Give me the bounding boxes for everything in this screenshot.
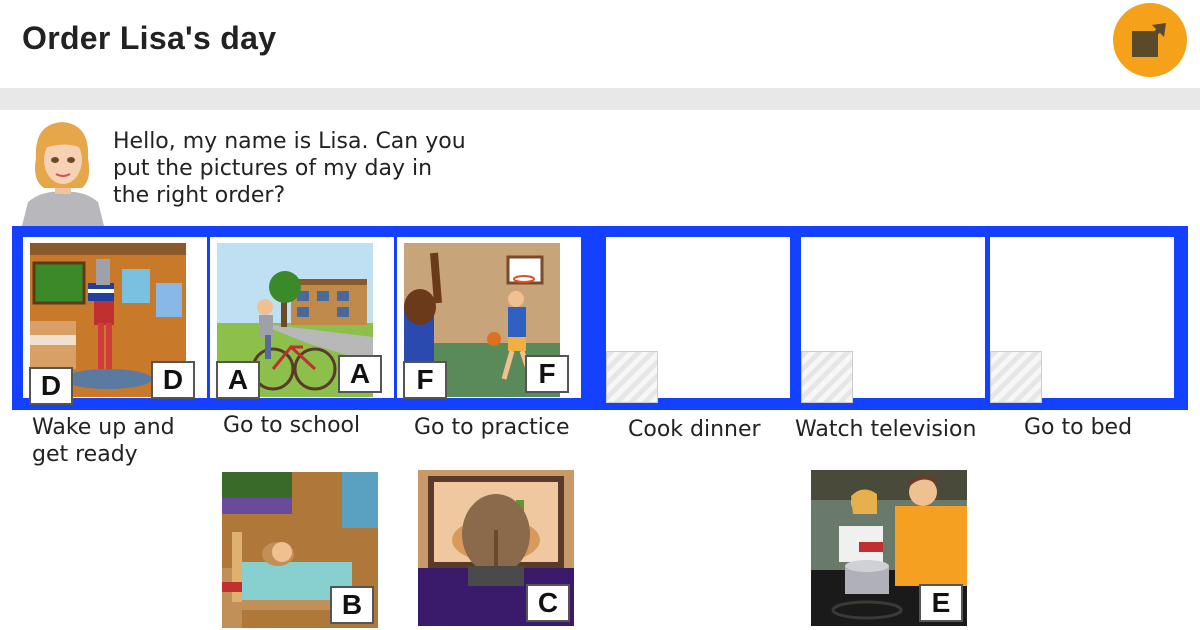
slot-caption-3: Go to practice: [414, 415, 570, 440]
slot-card-letter-right: F: [525, 355, 569, 393]
slot-card-letter-right: D: [151, 361, 195, 399]
picture-card-e[interactable]: E: [811, 470, 967, 626]
external-link-icon: [1132, 23, 1166, 57]
sequence-slot-3[interactable]: F F: [397, 237, 581, 399]
slot-card-letter-left: F: [403, 361, 447, 399]
drop-placeholder: [801, 351, 853, 403]
sequence-strip: D D A A F F: [12, 226, 1188, 410]
slot-card-letter-right: A: [338, 355, 382, 393]
card-letter: E: [919, 584, 963, 622]
lisa-avatar: [22, 122, 104, 226]
slot-caption-1: Wake up and get ready: [32, 415, 175, 467]
header-divider: [0, 88, 1200, 110]
picture-card-b[interactable]: B: [222, 472, 378, 628]
sequence-slot-4[interactable]: [606, 237, 790, 403]
header-bar: Order Lisa's day: [0, 0, 1200, 86]
card-letter: B: [330, 586, 374, 624]
slot-caption-2: Go to school: [223, 413, 361, 438]
sequence-slot-2[interactable]: A A: [210, 237, 394, 399]
card-letter: C: [526, 584, 570, 622]
slot-caption-4: Cook dinner: [628, 417, 761, 442]
drop-placeholder: [990, 351, 1042, 403]
drop-placeholder: [606, 351, 658, 403]
intro-speech: Hello, my name is Lisa. Can you put the …: [113, 129, 466, 208]
picture-card-c[interactable]: C: [418, 470, 574, 626]
page-title: Order Lisa's day: [22, 20, 277, 56]
sequence-slot-5[interactable]: [801, 237, 985, 403]
slot-card-letter-left: A: [216, 361, 260, 399]
share-button[interactable]: [1113, 3, 1187, 77]
slot-caption-5: Watch television: [795, 417, 977, 442]
slot-card-letter-left: D: [29, 367, 73, 405]
sequence-slot-6[interactable]: [990, 237, 1174, 403]
slot-caption-6: Go to bed: [1024, 415, 1133, 440]
sequence-slot-1[interactable]: D D: [23, 237, 207, 405]
